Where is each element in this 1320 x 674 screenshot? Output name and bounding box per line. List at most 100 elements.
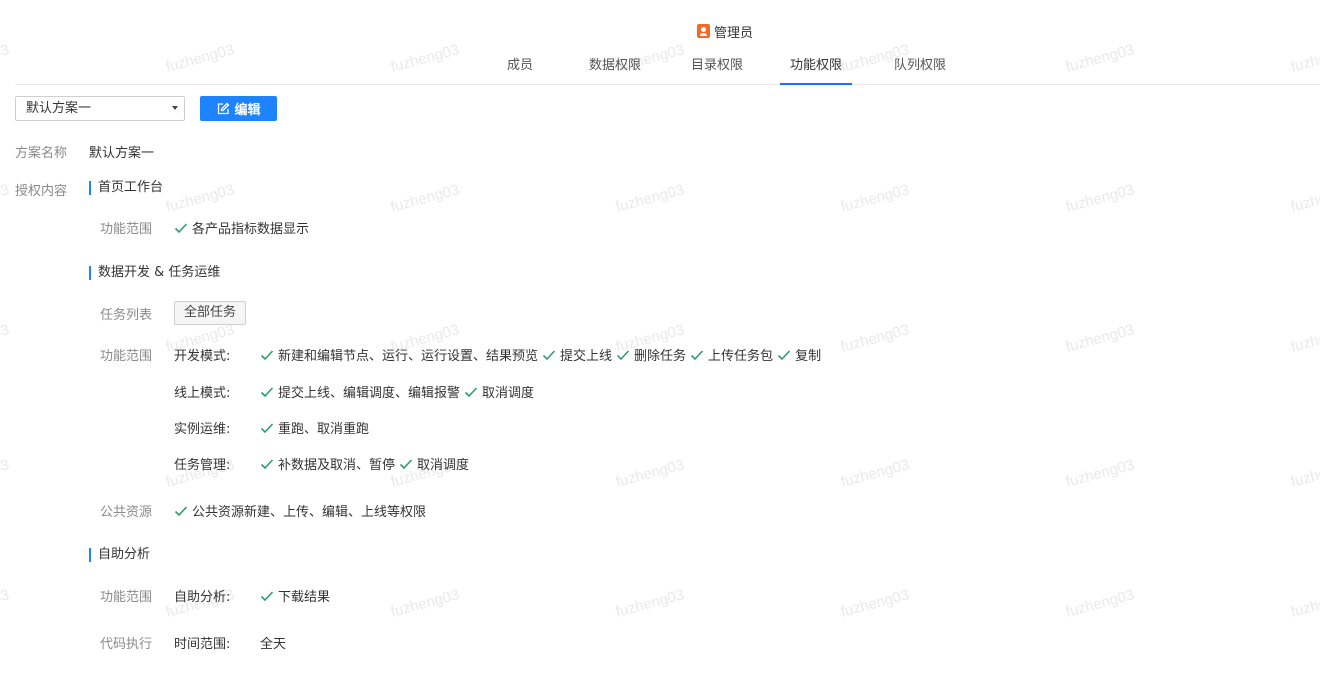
online-mode-label: 线上模式: — [174, 386, 231, 401]
permission-item-label: 下载结果 — [278, 590, 331, 605]
permission-tabs: 成员 数据权限 目录权限 功能权限 队列权限 — [15, 50, 1320, 85]
role-label: 管理员 — [714, 25, 754, 41]
check-icon — [260, 349, 274, 360]
watermark-text: fuzheng03 — [838, 586, 912, 621]
time-range-label: 时间范围: — [174, 637, 231, 652]
analysis-scope-label: 功能范围 — [100, 590, 153, 605]
permission-item-label: 重跑、取消重跑 — [278, 422, 370, 437]
watermark-text: fuzheng03 — [1063, 456, 1137, 491]
time-range-value: 全天 — [260, 637, 287, 652]
analysis-items: 下载结果 — [260, 586, 334, 605]
check-icon — [260, 422, 274, 433]
check-icon — [174, 505, 188, 516]
scheme-select[interactable]: 默认方案一 — [15, 96, 185, 121]
watermark-text: fuzheng03 — [838, 456, 912, 491]
permission-item: 上传任务包 — [690, 345, 773, 364]
section-title-dev-ops: 数据开发 & 任务运维 — [89, 266, 220, 280]
edit-icon — [218, 102, 230, 114]
dev-mode-label: 开发模式: — [174, 349, 231, 364]
check-icon — [690, 349, 704, 360]
code-exec-label: 代码执行 — [100, 637, 153, 652]
section-title-home: 首页工作台 — [89, 181, 163, 195]
permission-item-label: 删除任务 — [634, 349, 687, 364]
watermark-text: fuzheng03 — [388, 586, 462, 621]
watermark-text: fuzheng03 — [0, 456, 12, 491]
online-mode-items: 提交上线、编辑调度、编辑报警 取消调度 — [260, 382, 538, 401]
check-icon — [260, 386, 274, 397]
tab-function-permission[interactable]: 功能权限 — [780, 50, 852, 85]
watermark-text: fuzheng03 — [1288, 181, 1320, 216]
permission-item: 取消调度 — [464, 382, 534, 401]
home-scope-items: 各产品指标数据显示 — [174, 218, 313, 237]
dev-scope-label: 功能范围 — [100, 349, 153, 364]
permission-item: 补数据及取消、暂停 — [260, 454, 395, 473]
check-icon — [542, 349, 556, 360]
task-list-tag[interactable]: 全部任务 — [174, 301, 247, 325]
check-icon — [174, 222, 188, 233]
task-management-label: 任务管理: — [174, 458, 231, 473]
watermark-text: fuzheng03 — [613, 181, 687, 216]
permission-item: 取消调度 — [399, 454, 469, 473]
watermark-text: fuzheng03 — [1063, 586, 1137, 621]
watermark-text: fuzheng03 — [0, 41, 12, 76]
permission-item-label: 取消调度 — [482, 386, 535, 401]
permission-item: 下载结果 — [260, 586, 330, 605]
task-management-items: 补数据及取消、暂停 取消调度 — [260, 454, 473, 473]
watermark-layer: fuzheng03 fuzheng03 fuzheng03 fuzheng03 fuzh… — [0, 0, 1320, 674]
check-icon — [464, 386, 478, 397]
caret-down-icon — [172, 106, 178, 110]
admin-badge-icon — [697, 24, 710, 38]
permission-item-label: 各产品指标数据显示 — [192, 222, 310, 237]
watermark-text: fuzheng03 — [0, 586, 12, 621]
instance-ops-label: 实例运维: — [174, 422, 231, 437]
tab-catalog-permission[interactable]: 目录权限 — [683, 50, 751, 85]
public-resource-items: 公共资源新建、上传、编辑、上线等权限 — [174, 501, 430, 520]
watermark-text: fuzheng03 — [1288, 456, 1320, 491]
tab-data-permission[interactable]: 数据权限 — [581, 50, 649, 85]
permission-item-label: 补数据及取消、暂停 — [278, 458, 396, 473]
check-icon — [399, 458, 413, 469]
watermark-text: fuzheng03 — [613, 586, 687, 621]
permission-item: 复制 — [777, 345, 821, 364]
permission-item-label: 复制 — [795, 349, 822, 364]
watermark-text: fuzheng03 — [0, 321, 12, 356]
home-scope-label: 功能范围 — [100, 222, 153, 237]
permission-item: 删除任务 — [616, 345, 686, 364]
role-title: 管理员 — [697, 22, 754, 41]
check-icon — [260, 590, 274, 601]
permission-item: 公共资源新建、上传、编辑、上线等权限 — [174, 501, 426, 520]
permission-item-label: 提交上线 — [560, 349, 613, 364]
watermark-text: fuzheng03 — [0, 181, 12, 216]
function-permission-page: fuzheng03 fuzheng03 fuzheng03 fuzheng03 fuzh… — [0, 0, 1320, 674]
check-icon — [260, 458, 274, 469]
scheme-name-value: 默认方案一 — [89, 146, 155, 161]
permission-item-label: 取消调度 — [417, 458, 470, 473]
edit-button[interactable]: 编辑 — [200, 96, 277, 121]
permission-item: 提交上线 — [542, 345, 612, 364]
permission-item: 提交上线、编辑调度、编辑报警 — [260, 382, 460, 401]
watermark-text: fuzheng03 — [613, 456, 687, 491]
auth-content-label: 授权内容 — [15, 184, 68, 199]
permission-item: 重跑、取消重跑 — [260, 418, 369, 437]
scheme-name-label: 方案名称 — [15, 146, 68, 161]
watermark-text: fuzheng03 — [388, 181, 462, 216]
instance-ops-items: 重跑、取消重跑 — [260, 418, 373, 437]
watermark-text: fuzheng03 — [163, 181, 237, 216]
watermark-text: fuzheng03 — [1063, 321, 1137, 356]
watermark-text: fuzheng03 — [1063, 181, 1137, 216]
public-resource-label: 公共资源 — [100, 505, 153, 520]
tab-queue-permission[interactable]: 队列权限 — [886, 50, 954, 85]
watermark-text: fuzheng03 — [838, 181, 912, 216]
permission-item-label: 提交上线、编辑调度、编辑报警 — [278, 386, 461, 401]
permission-item-label: 新建和编辑节点、运行、运行设置、结果预览 — [278, 349, 539, 364]
permission-item-label: 公共资源新建、上传、编辑、上线等权限 — [192, 505, 427, 520]
dev-mode-items: 新建和编辑节点、运行、运行设置、结果预览 提交上线 删除任务 上传任务包 复制 — [260, 345, 825, 364]
tab-members[interactable]: 成员 — [496, 50, 544, 85]
watermark-text: fuzheng03 — [1288, 321, 1320, 356]
watermark-text: fuzheng03 — [1288, 586, 1320, 621]
section-title-self-analysis: 自助分析 — [89, 548, 150, 562]
check-icon — [616, 349, 630, 360]
analysis-mode-label: 自助分析: — [174, 590, 231, 605]
edit-button-label: 编辑 — [234, 103, 261, 118]
permission-item-label: 上传任务包 — [708, 349, 774, 364]
